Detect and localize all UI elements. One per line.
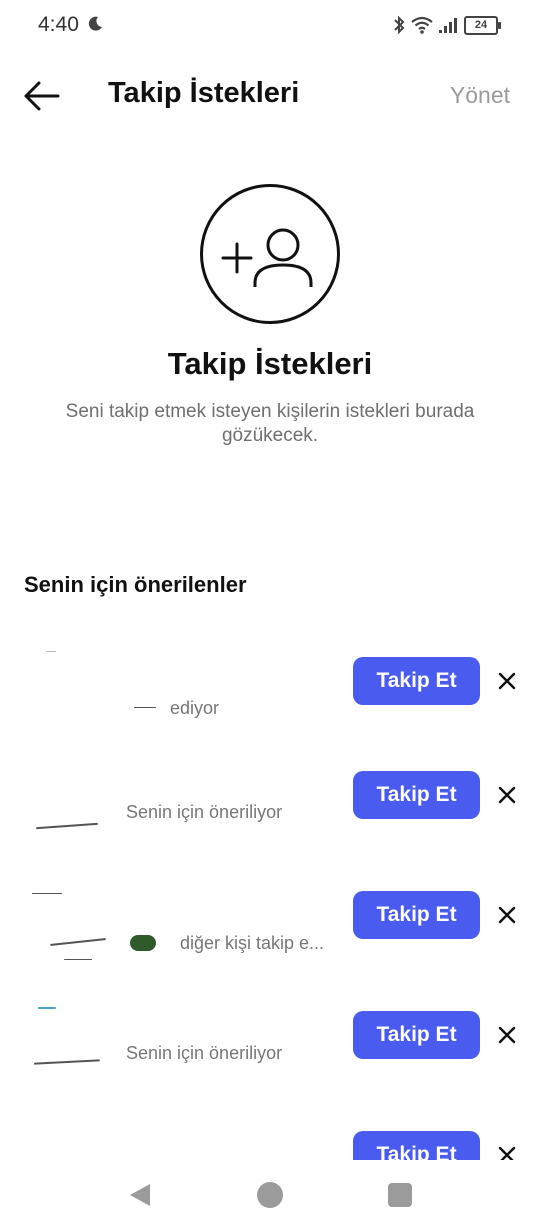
suggestions-title: Senin için önerilenler <box>24 572 247 597</box>
avatar-blur <box>32 893 62 894</box>
battery-icon: 24 <box>464 15 501 35</box>
status-icons: 24 <box>392 14 501 36</box>
avatar-blur <box>50 938 106 946</box>
suggestion-row[interactable]: ediyor Takip Et <box>0 651 540 757</box>
avatar-blur <box>38 1007 56 1009</box>
user-subtitle: diğer kişi takip e... <box>180 933 325 953</box>
signal-icon <box>439 18 457 33</box>
manage-button[interactable]: Yönet <box>450 82 510 109</box>
suggestion-row[interactable]: Takip Et <box>0 1131 540 1160</box>
follow-button[interactable]: Takip Et <box>353 771 480 819</box>
follow-button[interactable]: Takip Et <box>353 1131 480 1160</box>
avatar-blur <box>46 651 56 652</box>
avatar[interactable] <box>24 651 108 749</box>
suggestion-row[interactable]: Senin için öneriliyor Takip Et <box>0 1007 540 1111</box>
empty-state-title: Takip İstekleri <box>167 346 373 381</box>
close-icon[interactable] <box>495 1023 519 1047</box>
user-subtitle: ediyor <box>170 698 220 718</box>
empty-state: Takip İstekleri Seni takip etmek isteyen… <box>0 184 540 448</box>
follow-button[interactable]: Takip Et <box>353 657 480 705</box>
username-blur <box>134 707 156 708</box>
avatar[interactable] <box>24 1007 108 1103</box>
system-nav-bar <box>0 1160 540 1230</box>
nav-home-icon[interactable] <box>257 1182 283 1208</box>
follow-button[interactable]: Takip Et <box>353 891 480 939</box>
nav-back-icon[interactable] <box>128 1182 152 1208</box>
suggestion-row[interactable]: diğer kişi takip e... Takip Et <box>0 891 540 991</box>
follow-button[interactable]: Takip Et <box>353 1011 480 1059</box>
avatar-blur <box>33 1059 101 1065</box>
avatar-blur <box>36 822 98 830</box>
empty-state-icon <box>200 184 340 324</box>
bluetooth-icon <box>394 15 405 35</box>
close-icon[interactable] <box>495 783 519 807</box>
nav-recent-apps-icon[interactable] <box>388 1183 412 1207</box>
avatar[interactable] <box>24 893 108 983</box>
page-title: Takip İstekleri <box>108 77 300 109</box>
mutual-avatar <box>130 935 156 951</box>
battery-level: 24 <box>474 18 488 31</box>
status-bar: 4:40 24 <box>0 0 540 52</box>
app-header: Takip İstekleri Yönet <box>0 60 540 132</box>
moon-icon <box>88 16 102 31</box>
close-icon[interactable] <box>495 903 519 927</box>
user-subtitle: Senin için öneriliyor <box>126 1043 283 1063</box>
avatar[interactable] <box>24 1139 108 1160</box>
empty-state-description: Seni takip etmek isteyen kişilerin istek… <box>65 401 475 446</box>
avatar-blur <box>64 959 92 960</box>
wifi-icon <box>411 16 433 34</box>
add-user-icon <box>221 228 313 287</box>
user-subtitle: Senin için öneriliyor <box>126 802 283 822</box>
status-time: 4:40 <box>38 13 79 36</box>
close-icon[interactable] <box>495 669 519 693</box>
back-arrow-icon[interactable] <box>22 78 62 114</box>
suggestion-row[interactable]: Senin için öneriliyor Takip Et <box>0 771 540 871</box>
avatar[interactable] <box>24 779 108 863</box>
close-icon[interactable] <box>495 1143 519 1160</box>
